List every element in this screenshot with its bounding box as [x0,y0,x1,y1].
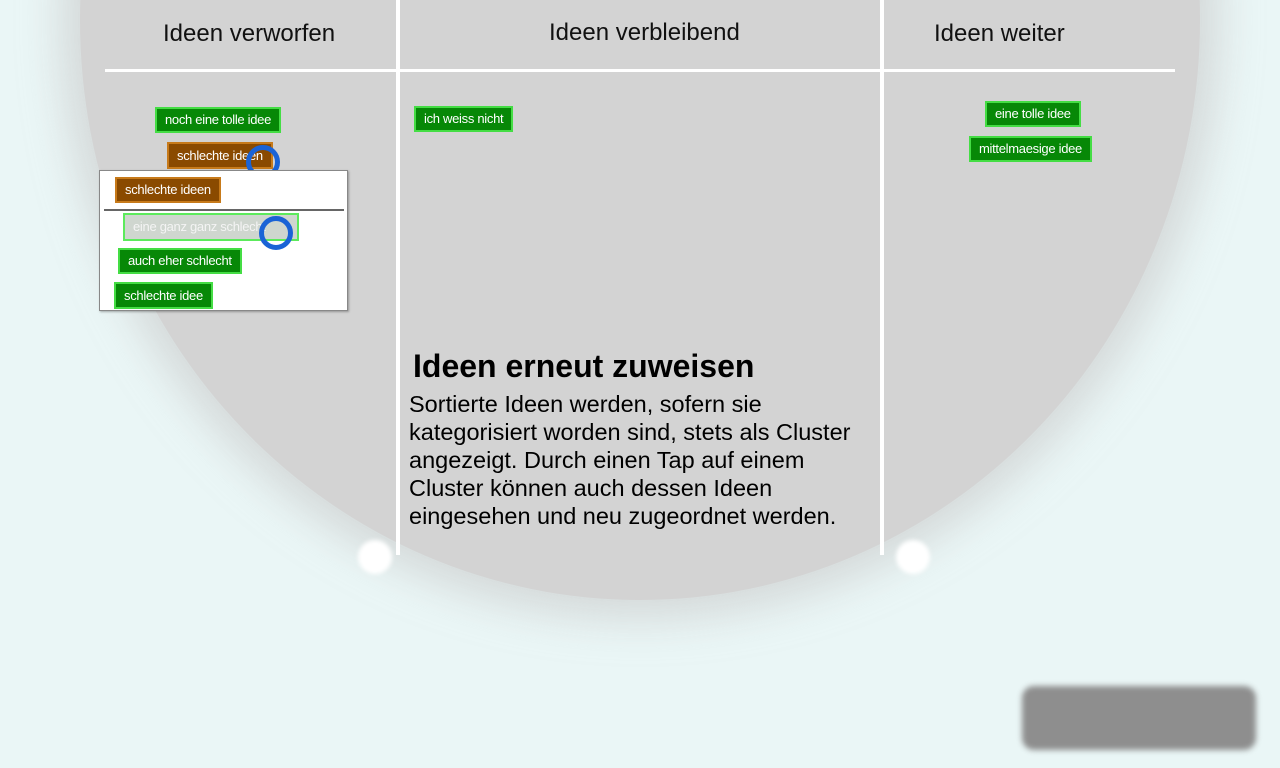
header-divider [105,69,1175,72]
tutorial-body: Sortierte Ideen werden, sofern sie kateg… [409,391,851,529]
idea-chip[interactable]: ich weiss nicht [414,106,514,132]
idea-chip[interactable]: eine tolle idee [985,101,1081,127]
cluster-idea-chip[interactable]: schlechte idee [114,282,213,309]
blurred-action-button[interactable] [1022,686,1256,750]
column-divider-right [880,0,884,555]
cluster-idea-chip[interactable]: auch eher schlecht [118,248,242,274]
column-divider-left [396,0,400,555]
column-title-remaining: Ideen verbleibend [549,19,740,46]
touch-indicator-icon [259,216,293,250]
spotlight-edge-decoration [896,540,930,574]
spotlight-edge-decoration [358,540,392,574]
cluster-popup-divider [104,209,344,211]
tutorial-title: Ideen erneut zuweisen [413,348,755,384]
cluster-popup-header[interactable]: schlechte ideen [115,177,221,203]
column-title-next: Ideen weiter [934,20,1065,47]
idea-chip[interactable]: mittelmaesige idee [969,136,1092,162]
idea-chip[interactable]: noch eine tolle idee [155,107,282,133]
column-title-discarded: Ideen verworfen [163,20,336,47]
